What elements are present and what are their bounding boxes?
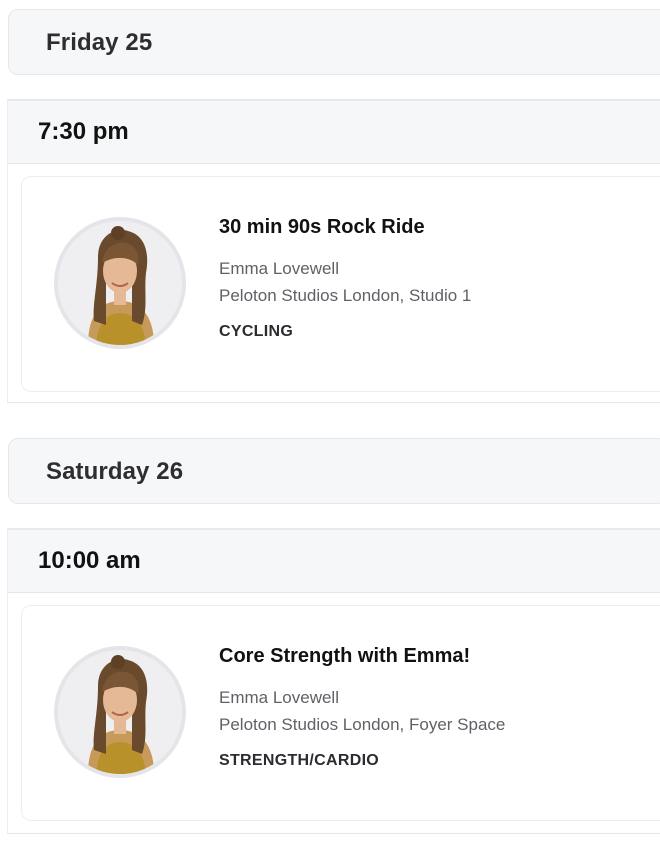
class-location: Peloton Studios London, Foyer Space xyxy=(219,715,506,734)
instructor-name: Emma Lovewell xyxy=(219,688,339,707)
day-header: Friday 25 xyxy=(8,9,660,75)
time-bar: 10:00 am xyxy=(8,530,660,593)
class-card[interactable]: Core Strength with Emma! Emma Lovewell P… xyxy=(21,605,660,821)
instructor-avatar xyxy=(54,646,186,778)
class-location: Peloton Studios London, Studio 1 xyxy=(219,286,472,305)
class-category: STRENGTH/CARDIO xyxy=(219,752,380,769)
instructor-photo-icon xyxy=(58,650,182,774)
time-slot: 10:00 am Core Strength with Emma! Emma L… xyxy=(7,528,660,834)
class-title[interactable]: 30 min 90s Rock Ride xyxy=(219,216,425,239)
time-label: 10:00 am xyxy=(38,547,141,574)
instructor-name: Emma Lovewell xyxy=(219,259,339,278)
day-label: Friday 25 xyxy=(46,29,153,56)
time-bar: 7:30 pm xyxy=(8,101,660,164)
day-label: Saturday 26 xyxy=(46,458,184,485)
time-slot: 7:30 pm 30 min 90s Rock Ride Emma Lovewe… xyxy=(7,99,660,403)
instructor-avatar xyxy=(54,217,186,349)
day-header: Saturday 26 xyxy=(8,438,660,504)
class-schedule: Friday 25 7:30 pm 30 min 90s Rock Ride E… xyxy=(0,0,660,848)
class-category: CYCLING xyxy=(219,323,294,340)
class-card[interactable]: 30 min 90s Rock Ride Emma Lovewell Pelot… xyxy=(21,176,660,392)
divider xyxy=(8,833,660,834)
instructor-photo-icon xyxy=(58,221,182,345)
class-title[interactable]: Core Strength with Emma! xyxy=(219,645,470,668)
time-label: 7:30 pm xyxy=(38,118,129,145)
divider xyxy=(8,402,660,403)
